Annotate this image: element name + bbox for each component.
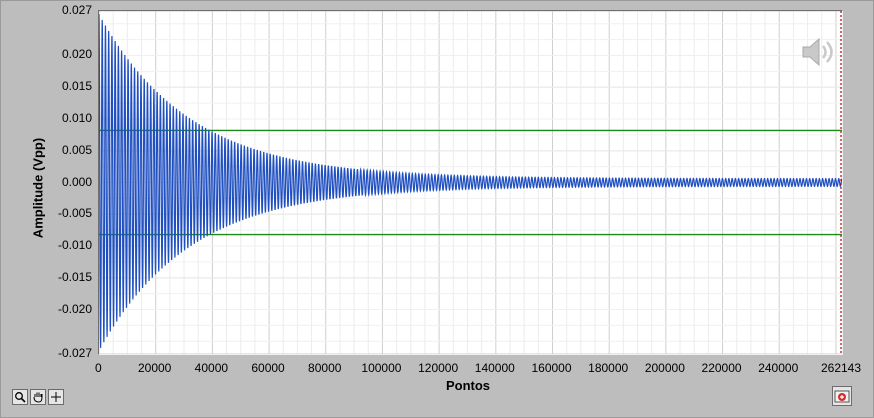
pan-hand-icon[interactable] [30,389,46,405]
x-tick-label: 160000 [531,361,572,375]
x-tick-label: 20000 [137,361,172,375]
y-tick-label: 0.005 [61,142,92,157]
y-tick-label: 0.010 [61,110,92,125]
y-tick-label: 0.020 [61,47,92,62]
y-tick-label: 0.027 [61,3,92,17]
y-axis-label-text: Amplitude (Vpp) [30,137,46,239]
y-tick-label: -0.020 [57,301,92,316]
y-tick-label: 0.000 [61,174,92,189]
export-image-icon[interactable] [832,386,852,406]
x-axis-label: Pontos [445,378,491,393]
plot-area[interactable] [98,10,843,355]
waveform-plot [99,11,842,354]
x-tick-label: 80000 [308,361,342,375]
x-tick-label: 200000 [644,361,685,375]
grid-lines [99,11,842,354]
x-tick-label: 40000 [194,361,229,375]
y-tick-label: -0.010 [57,238,92,253]
x-tick-label: 220000 [701,361,742,375]
graph-tool-palette [12,389,64,405]
speaker-icon[interactable] [800,36,838,68]
x-tick-label: 120000 [418,361,459,375]
x-tick-label: 0 [95,361,102,375]
crosshair-cursor-icon[interactable] [48,389,64,405]
x-tick-label: 262143 [820,361,862,375]
y-tick-label: 0.015 [61,79,92,94]
x-tick-label: 180000 [588,361,629,375]
waveform-series-line [99,14,842,348]
x-tick-label: 240000 [758,361,799,375]
y-tick-label: -0.015 [57,269,92,284]
y-tick-label: -0.005 [57,206,92,221]
zoom-icon[interactable] [12,389,28,405]
x-tick-label: 60000 [251,361,285,375]
x-tick-label: 100000 [361,361,402,375]
waveform-graph-panel: 0.027 0.020 0.015 0.010 0.005 0.000 -0.005 -0.0… [0,0,874,418]
x-tick-label: 140000 [474,361,515,375]
y-tick-label: -0.027 [57,346,92,360]
